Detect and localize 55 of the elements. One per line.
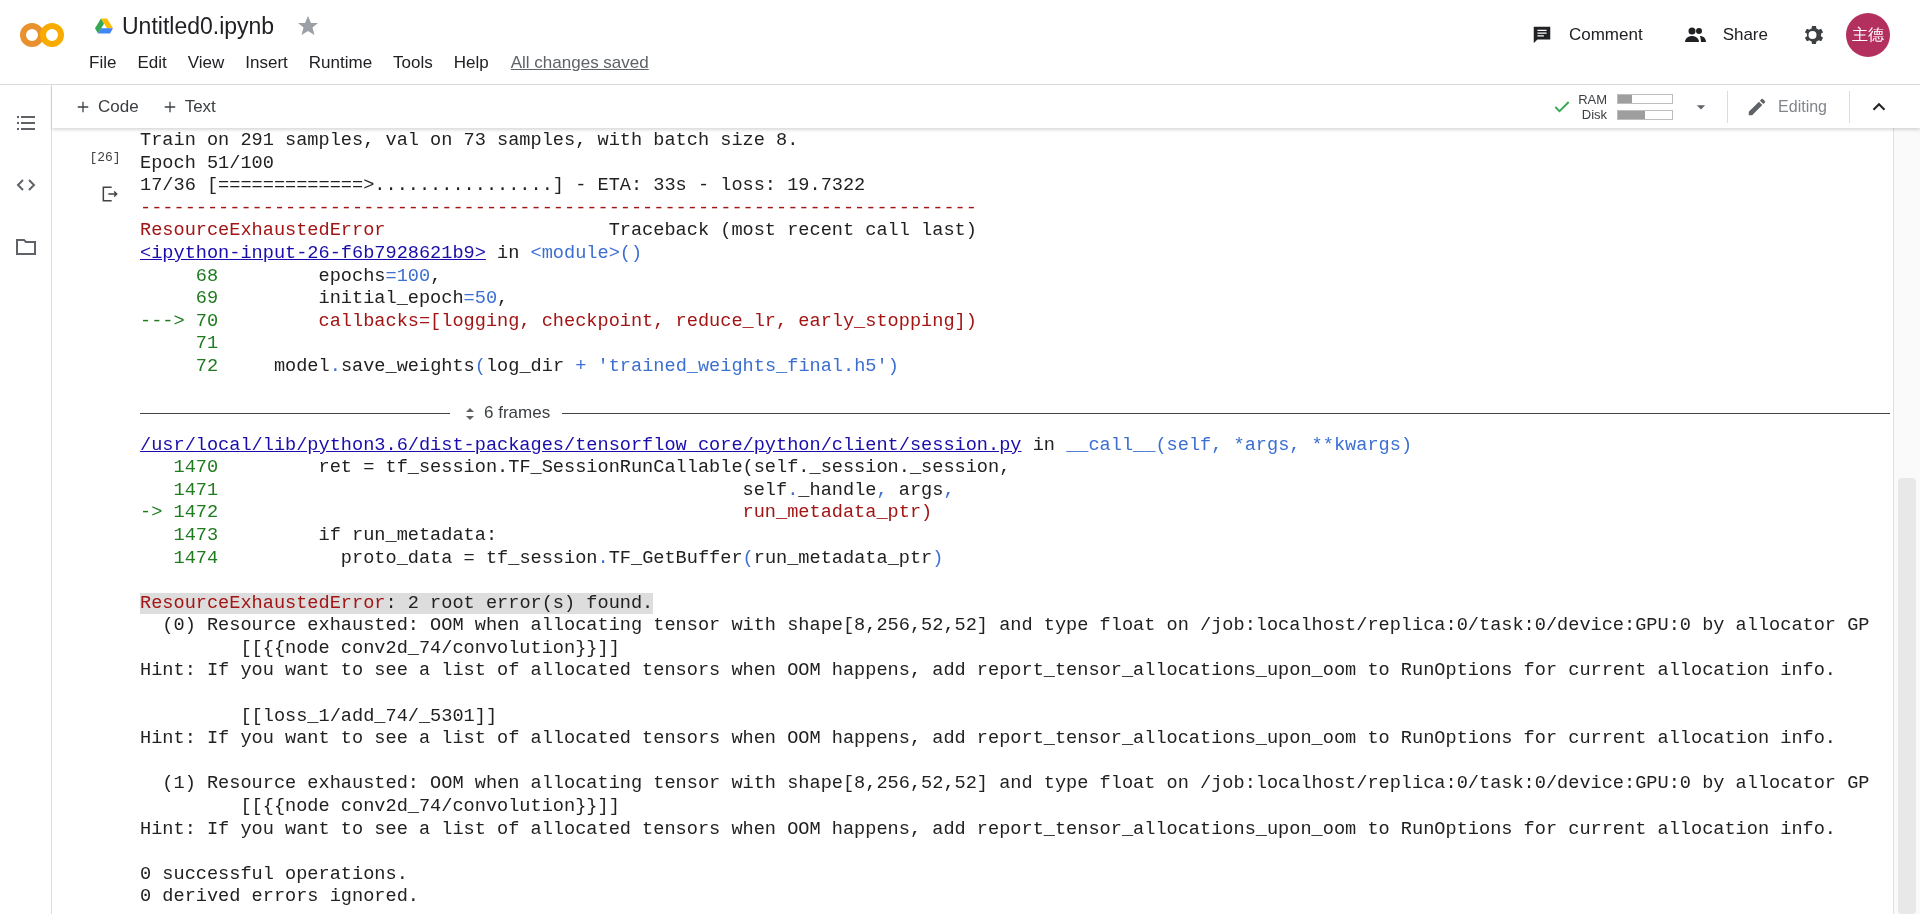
add-code-button[interactable]: Code xyxy=(76,93,139,120)
plus-icon xyxy=(76,99,90,114)
notebook-title[interactable]: Untitled0.ipynb xyxy=(122,8,275,44)
menu-item[interactable]: View xyxy=(187,50,225,76)
output-line: 71 xyxy=(194,333,219,356)
editing-mode-button[interactable]: Editing xyxy=(1746,94,1827,119)
plus-icon xyxy=(162,99,177,114)
traceback-link[interactable]: /usr/local/lib/python3.6/dist-packages/tensorflow_core/python/client/session.py xyxy=(140,434,1022,456)
output-line: ResourceExhaustedError: 2 root error(s) found. xyxy=(140,592,654,616)
menu-item[interactable]: Help xyxy=(453,50,489,76)
share-button[interactable]: Share xyxy=(1670,17,1780,53)
output-line: ResourceExhaustedError Traceback (most recent call last) xyxy=(140,220,977,243)
output-line: 0 successful operations. xyxy=(140,863,408,887)
output-line: 1473 if run_metadata: xyxy=(172,524,498,548)
menu-item[interactable]: Edit xyxy=(137,50,167,76)
menu-item[interactable]: Insert xyxy=(245,50,288,76)
ram-label: RAM xyxy=(1578,91,1608,107)
output-line: Hint: If you want to see a list of allocated tensors when OOM happens, add report_tensor_allocations_upon_oom to RunOptions for current allocation info. xyxy=(140,660,1837,684)
output-text: <module>() xyxy=(530,242,643,264)
output-line: -> 1472 run_metadata_ptr) xyxy=(140,502,933,525)
output-line: (1) Resource exhausted: OOM when allocating tensor with shape[8,256,52,52] and type float on /job:localhost/replica:0/task:0/device:GPU:0 by allocator GP xyxy=(161,773,1870,797)
output-text: in xyxy=(1031,434,1056,456)
output-text: in xyxy=(496,242,521,264)
comment-button[interactable]: Comment xyxy=(1518,17,1655,53)
drive-icon xyxy=(94,17,114,35)
save-status-link[interactable]: All changes saved xyxy=(510,50,649,76)
output-line: --------------------------------------------------------------------------- xyxy=(140,197,977,221)
output-line: [[loss_1/add_74/_5301]] xyxy=(239,705,498,729)
menu-item[interactable]: Runtime xyxy=(308,50,373,76)
output-line: 17/36 [=============>................] - ETA: 33s - loss: 19.7322 xyxy=(140,175,866,198)
output-line: Epoch 51/100 xyxy=(140,152,274,176)
frames-toggle-button[interactable]: 6 frames xyxy=(462,402,551,425)
execution-count: [26] xyxy=(89,149,121,167)
menu-item[interactable]: File xyxy=(89,50,117,76)
output-line: 72 model.save_weights(log_dir + 'trained_weights_final.h5') xyxy=(194,355,899,379)
output-line: Train on 291 samples, val on 73 samples, with batch size 8. xyxy=(140,130,799,153)
disk-label: Disk xyxy=(1581,106,1608,122)
output-line: Hint: If you want to see a list of allocated tensors when OOM happens, add report_tensor_allocations_upon_oom to RunOptions for current allocation info. xyxy=(140,728,1837,751)
output-line: Hint: If you want to see a list of allocated tensors when OOM happens, add report_tensor_allocations_upon_oom to RunOptions for current allocation info. xyxy=(140,818,1837,842)
output-line: 0 derived errors ignored. xyxy=(140,886,419,909)
add-text-button[interactable]: Text xyxy=(162,93,216,120)
output-line: ---> 70 callbacks=[logging, checkpoint, reduce_lr, early_stopping]) xyxy=(140,310,977,334)
output-line: 68 epochs=100, xyxy=(194,265,442,289)
output-line: 1474 proto_data = tf_session.TF_GetBuffer(run_metadata_ptr) xyxy=(172,547,944,571)
output-line: 1471 self._handle, args, xyxy=(172,479,955,503)
output-line: (0) Resource exhausted: OOM when allocating tensor with shape[8,256,52,52] and type float on /job:localhost/replica:0/task:0/device:GPU:0 by allocator GP xyxy=(161,615,1870,638)
output-line: [[{{node conv2d_74/convolution}}]] xyxy=(239,796,620,819)
traceback-link[interactable]: <ipython-input-26-f6b7928621b9> xyxy=(140,242,486,264)
settings-icon[interactable] xyxy=(1802,23,1826,47)
menu-item[interactable]: Tools xyxy=(393,50,433,76)
output-line: 69 initial_epoch=50, xyxy=(194,288,509,311)
output-text: __call__(self, *args, **kwargs) xyxy=(1066,434,1413,456)
avatar[interactable]: 主德 xyxy=(1846,13,1890,57)
output-line: 1470 ret = tf_session.TF_SessionRunCallable(self._session._session, xyxy=(172,457,1011,480)
output-line: [[{{node conv2d_74/convolution}}]] xyxy=(239,637,620,661)
